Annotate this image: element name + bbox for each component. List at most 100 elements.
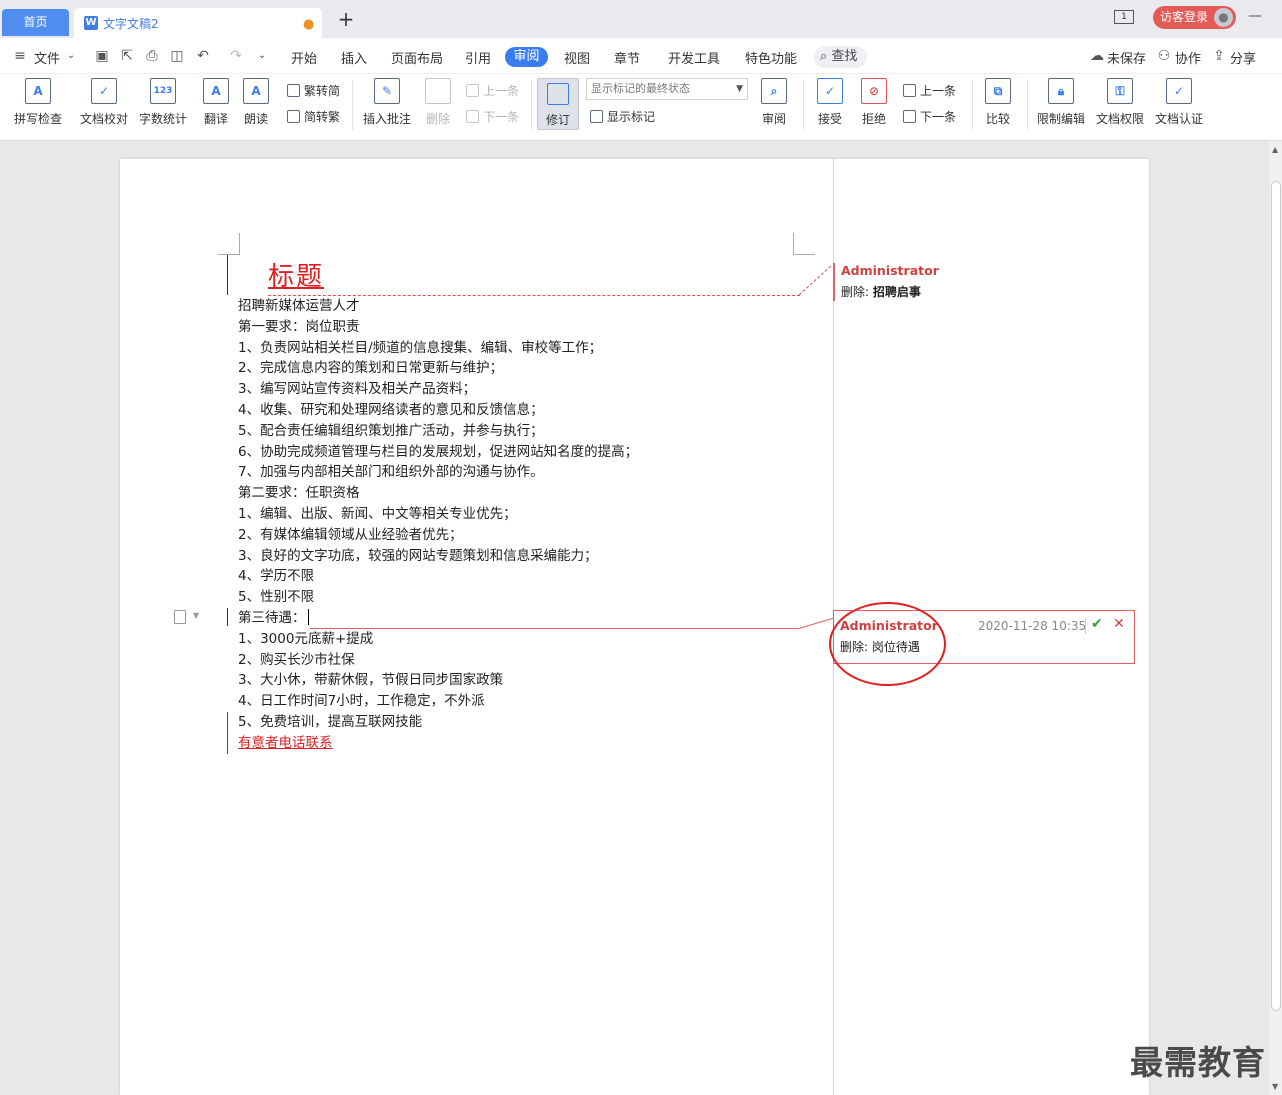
doc-line[interactable]: 1、3000元底薪+提成 [238,629,798,650]
menu-page-layout[interactable]: 页面布局 [391,48,443,67]
doc-line[interactable]: 4、收集、研究和处理网络读者的意见和反馈信息； [238,400,798,421]
doc-line[interactable]: 7、加强与内部相关部门和组织外部的沟通与协作。 [238,462,798,483]
translate-button[interactable]: A 翻译 [196,78,236,134]
spellcheck-button[interactable]: A 拼写检查 [8,78,68,134]
menu-file[interactable]: 文件 [34,48,60,67]
doc-line[interactable]: 第二要求：任职资格 [238,483,798,504]
doc-line[interactable]: 2、购买长沙市社保 [238,650,798,671]
word-count-button[interactable]: 123 字数统计 [137,78,189,134]
doc-line[interactable]: 5、免费培训，提高互联网技能 [238,712,798,733]
share-button[interactable]: 分享 [1230,48,1256,67]
doc-line[interactable]: 4、学历不限 [238,566,798,587]
print-preview-icon[interactable]: ◫ [169,48,185,64]
next-change-button[interactable]: 下一条 [903,108,956,126]
menu-start[interactable]: 开始 [291,48,317,67]
vertical-scrollbar[interactable]: ▲ ▼ [1270,141,1282,1095]
document-title[interactable]: 标题 [268,256,324,293]
menu-view[interactable]: 视图 [564,48,590,67]
minimize-button[interactable]: — [1247,8,1263,24]
menu-reference[interactable]: 引用 [465,48,491,67]
doc-line[interactable]: 5、性别不限 [238,587,798,608]
prev-comment-button[interactable]: 上一条 [466,82,519,100]
read-aloud-button[interactable]: A 朗读 [241,78,271,134]
menu-insert[interactable]: 插入 [341,48,367,67]
simp-to-trad-button[interactable]: 简转繁 [287,108,340,126]
window-layout-button[interactable]: 1 [1114,10,1134,24]
doc-line[interactable]: 第一要求：岗位职责 [238,317,798,338]
doc-permission-icon: ⚿ [1107,78,1133,104]
paragraph-options-icon[interactable] [174,610,186,624]
doc-line[interactable]: 5、配合责任编辑组织策划推广活动，并参与执行； [238,421,798,442]
menu-features[interactable]: 特色功能 [745,48,797,67]
unsaved-status[interactable]: 未保存 [1107,48,1146,67]
hamburger-menu-icon[interactable]: ≡ [12,48,28,64]
review-pane-button[interactable]: ⌕ 审阅 [756,78,792,134]
trad-to-simp-button[interactable]: 繁转简 [287,82,340,100]
track-changes-button[interactable]: 修订 [537,78,579,130]
export-icon[interactable]: ⇱ [119,48,135,64]
print-icon[interactable]: ⎙ [144,48,160,64]
doc-line[interactable]: 招聘新媒体运营人才 [238,296,798,317]
chevron-down-icon: ▼ [736,84,743,94]
scrollbar-thumb[interactable] [1271,181,1281,1011]
chevron-down-icon[interactable]: ⌄ [63,48,79,64]
collab-button[interactable]: 协作 [1175,48,1201,67]
restrict-edit-button[interactable]: 🔒︎ 限制编辑 [1035,78,1087,134]
next-comment-button[interactable]: 下一条 [466,108,519,126]
accept-button[interactable]: ✓ 接受 [812,78,848,134]
document-page[interactable]: 标题 招聘新媒体运营人才 第一要求：岗位职责 1、负责网站相关栏目/频道的信息搜… [120,159,1149,1095]
redo-icon[interactable]: ↷ [228,48,244,64]
doc-line[interactable]: 6、协助完成频道管理与栏目的发展规划，促进网站知名度的提高； [238,442,798,463]
insert-comment-icon: ✎ [374,78,400,104]
doc-line[interactable]: 1、编辑、出版、新闻、中文等相关专业优先； [238,504,798,525]
doc-line-inserted[interactable]: 有意者电话联系 [238,733,798,754]
doc-line[interactable]: 2、完成信息内容的策划和日常更新与维护； [238,358,798,379]
restrict-edit-label: 限制编辑 [1036,112,1085,126]
new-tab-button[interactable]: + [336,9,356,29]
doc-line[interactable]: 3、大小休，带薪休假，节假日同步国家政策 [238,670,798,691]
doc-proof-button[interactable]: ✓ 文档校对 [78,78,130,134]
doc-line[interactable]: 1、负责网站相关栏目/频道的信息搜集、编辑、审校等工作； [238,338,798,359]
simp-to-trad-label: 简转繁 [304,110,341,124]
scroll-down-icon[interactable]: ▼ [1272,1082,1278,1091]
revision-connector [268,295,800,296]
guest-login-label: 访客登录 [1160,10,1209,24]
doc-line[interactable]: 2、有媒体编辑领域从业经验者优先； [238,525,798,546]
guest-login-button[interactable]: 访客登录 ● [1153,6,1236,29]
reject-button[interactable]: ⊘ 拒绝 [856,78,892,134]
menu-developer[interactable]: 开发工具 [668,48,720,67]
revision-connector-diagonal [798,264,833,296]
doc-certify-button[interactable]: ✓ 文档认证 [1153,78,1205,134]
accept-icon: ✓ [817,78,843,104]
insert-comment-button[interactable]: ✎ 插入批注 [361,78,413,134]
tab-document[interactable]: W 文字文稿2 ● [74,8,322,38]
doc-line[interactable]: 3、良好的文字功底，较强的网站专题策划和信息采编能力； [238,546,798,567]
chevron-down-icon[interactable]: ▼ [193,611,199,620]
revision-balloon[interactable]: Administrator 删除: 招聘启事 [833,263,1133,301]
read-aloud-label: 朗读 [243,112,268,126]
menu-chapter[interactable]: 章节 [614,48,640,67]
more-chevron-icon[interactable]: ⌄ [254,48,270,64]
show-markup-button[interactable]: 显示标记 [590,108,655,126]
save-icon[interactable]: ▣ [94,48,110,64]
revision-author: Administrator [841,263,939,278]
delete-comment-button[interactable]: 删除 [420,78,456,134]
insert-comment-label: 插入批注 [362,112,411,126]
doc-line-current[interactable]: 第三待遇： [238,608,798,629]
document-body[interactable]: 招聘新媒体运营人才 第一要求：岗位职责 1、负责网站相关栏目/频道的信息搜集、编… [238,296,798,754]
doc-line[interactable]: 3、编写网站宣传资料及相关产品资料； [238,379,798,400]
markup-state-select[interactable]: 显示标记的最终状态 ▼ [586,78,748,100]
next-change-icon [903,110,916,123]
share-icon: ⇪ [1213,48,1225,64]
menu-review[interactable]: 审阅 [505,47,548,67]
tab-home[interactable]: 首页 [2,9,69,36]
undo-icon[interactable]: ↶ [195,48,211,64]
reject-x-icon[interactable]: ✕ [1113,616,1125,632]
prev-change-button[interactable]: 上一条 [903,82,956,100]
doc-line[interactable]: 4、日工作时间7小时，工作稳定，不外派 [238,691,798,712]
accept-check-icon[interactable]: ✔ [1091,616,1103,632]
doc-permission-button[interactable]: ⚿ 文档权限 [1094,78,1146,134]
search-button[interactable]: ⌕ 查找 [814,46,867,68]
compare-button[interactable]: ⧉ 比较 [980,78,1016,134]
scroll-up-icon[interactable]: ▲ [1272,145,1278,154]
